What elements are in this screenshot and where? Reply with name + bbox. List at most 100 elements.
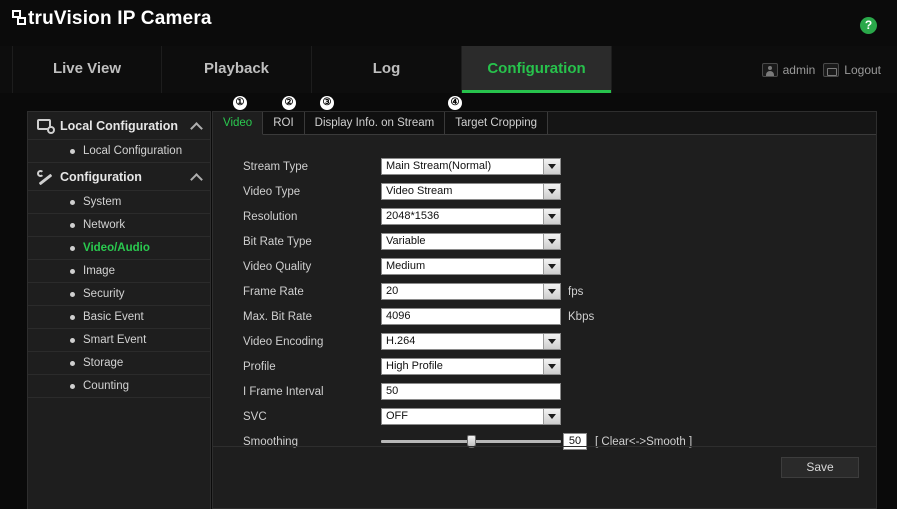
sidebar-item-label: System	[83, 196, 122, 208]
sidebar-item-label: Image	[83, 265, 115, 277]
field-row-video-quality: Video Quality Medium	[213, 254, 876, 279]
nav-tab-log[interactable]: Log	[312, 46, 462, 93]
nav-tab-configuration[interactable]: Configuration	[462, 46, 612, 93]
video-type-select[interactable]: Video Stream	[381, 183, 561, 200]
sidebar-item-label: Video/Audio	[83, 242, 150, 254]
sidebar-item-counting[interactable]: Counting	[28, 375, 210, 398]
video-quality-select[interactable]: Medium	[381, 258, 561, 275]
logout-button[interactable]: Logout	[823, 62, 881, 77]
sidebar-item-label: Network	[83, 219, 126, 231]
tab-roi[interactable]: ROI	[263, 112, 305, 134]
sidebar-item-image[interactable]: Image	[28, 260, 210, 283]
brand-logo: truVision IP Camera	[12, 9, 212, 29]
bullet-icon	[70, 245, 75, 251]
panel-footer: Save	[213, 446, 876, 508]
bullet-icon	[70, 360, 75, 366]
bullet-icon	[70, 268, 75, 274]
field-value: 4096	[386, 310, 411, 322]
sidebar-item-label: Storage	[83, 357, 124, 369]
step-badges: ① ② ③ ④	[213, 96, 876, 112]
sidebar-group-local-configuration[interactable]: Local Configuration	[28, 112, 210, 140]
sidebar-item-basic-event[interactable]: Basic Event	[28, 306, 210, 329]
stream-type-select[interactable]: Main Stream(Normal)	[381, 158, 561, 175]
chevron-up-icon[interactable]	[191, 120, 202, 131]
sidebar-group-configuration[interactable]: Configuration	[28, 163, 210, 191]
user-zone: admin Logout	[761, 46, 881, 93]
nav-tab-live-view[interactable]: Live View	[12, 46, 162, 93]
field-row-svc: SVC OFF	[213, 404, 876, 429]
logout-icon	[823, 62, 840, 77]
field-value: 50	[386, 385, 399, 397]
bullet-icon	[70, 383, 75, 389]
field-row-video-encoding: Video Encoding H.264	[213, 329, 876, 354]
field-row-profile: Profile High Profile	[213, 354, 876, 379]
sidebar-item-storage[interactable]: Storage	[28, 352, 210, 375]
svc-select[interactable]: OFF	[381, 408, 561, 425]
help-icon[interactable]: ?	[860, 17, 877, 34]
field-label: Resolution	[243, 210, 298, 223]
field-row-max-bit-rate: Max. Bit Rate 4096 Kbps	[213, 304, 876, 329]
sidebar-item-network[interactable]: Network	[28, 214, 210, 237]
chevron-down-icon[interactable]	[543, 334, 560, 349]
sidebar: Local Configuration Local Configuration …	[27, 111, 211, 509]
field-label: Profile	[243, 360, 276, 373]
nav-tab-playback[interactable]: Playback	[162, 46, 312, 93]
sidebar-item-system[interactable]: System	[28, 191, 210, 214]
resolution-select[interactable]: 2048*1536	[381, 208, 561, 225]
main-navbar: Live View Playback Log Configuration adm…	[0, 46, 897, 93]
chevron-up-icon[interactable]	[191, 171, 202, 182]
field-row-video-type: Video Type Video Stream	[213, 179, 876, 204]
save-button[interactable]: Save	[781, 457, 859, 478]
sidebar-item-label: Security	[83, 288, 125, 300]
sidebar-item-smart-event[interactable]: Smart Event	[28, 329, 210, 352]
field-label: Frame Rate	[243, 285, 304, 298]
field-value: H.264	[386, 335, 416, 347]
sidebar-item-security[interactable]: Security	[28, 283, 210, 306]
field-label: Stream Type	[243, 160, 308, 173]
tab-display-info-on-stream[interactable]: Display Info. on Stream	[304, 112, 446, 134]
step-badge-2: ②	[282, 96, 296, 110]
frame-rate-unit: fps	[568, 285, 584, 298]
chevron-down-icon[interactable]	[543, 209, 560, 224]
sidebar-item-video-audio[interactable]: Video/Audio	[28, 237, 210, 260]
chevron-down-icon[interactable]	[543, 184, 560, 199]
user-account[interactable]: admin	[761, 62, 815, 77]
chevron-down-icon[interactable]	[543, 284, 560, 299]
sidebar-item-local-configuration[interactable]: Local Configuration	[28, 140, 210, 163]
field-row-bit-rate-type: Bit Rate Type Variable	[213, 229, 876, 254]
chevron-down-icon[interactable]	[543, 259, 560, 274]
step-badge-3: ③	[320, 96, 334, 110]
chevron-down-icon[interactable]	[543, 359, 560, 374]
frame-rate-select[interactable]: 20	[381, 283, 561, 300]
chevron-down-icon[interactable]	[543, 409, 560, 424]
field-row-i-frame-interval: I Frame Interval 50	[213, 379, 876, 404]
brand-title: truVision IP Camera	[28, 9, 212, 29]
bullet-icon	[70, 148, 75, 154]
max-bit-rate-input[interactable]: 4096	[381, 308, 561, 325]
main-nav-tabs: Live View Playback Log Configuration	[12, 46, 612, 93]
tab-target-cropping[interactable]: Target Cropping	[445, 112, 549, 134]
wrench-icon	[37, 169, 54, 186]
bullet-icon	[70, 291, 75, 297]
field-label: SVC	[243, 410, 267, 423]
tab-video[interactable]: Video	[213, 112, 264, 135]
bullet-icon	[70, 199, 75, 205]
field-label: Video Type	[243, 185, 301, 198]
max-bit-rate-unit: Kbps	[568, 310, 595, 323]
profile-select[interactable]: High Profile	[381, 358, 561, 375]
user-icon	[761, 62, 778, 77]
video-settings-form: Stream Type Main Stream(Normal) Video Ty…	[213, 135, 876, 454]
chevron-down-icon[interactable]	[543, 234, 560, 249]
sidebar-item-label: Counting	[83, 380, 130, 392]
field-value: Variable	[386, 235, 426, 247]
chevron-down-icon[interactable]	[543, 159, 560, 174]
brand-suffix: IP Camera	[117, 8, 212, 29]
bit-rate-type-select[interactable]: Variable	[381, 233, 561, 250]
i-frame-interval-input[interactable]: 50	[381, 383, 561, 400]
bullet-icon	[70, 337, 75, 343]
field-value: 20	[386, 285, 399, 297]
video-encoding-select[interactable]: H.264	[381, 333, 561, 350]
brand-prefix: truVision	[28, 8, 112, 29]
field-label: Bit Rate Type	[243, 235, 312, 248]
step-badge-1: ①	[233, 96, 247, 110]
